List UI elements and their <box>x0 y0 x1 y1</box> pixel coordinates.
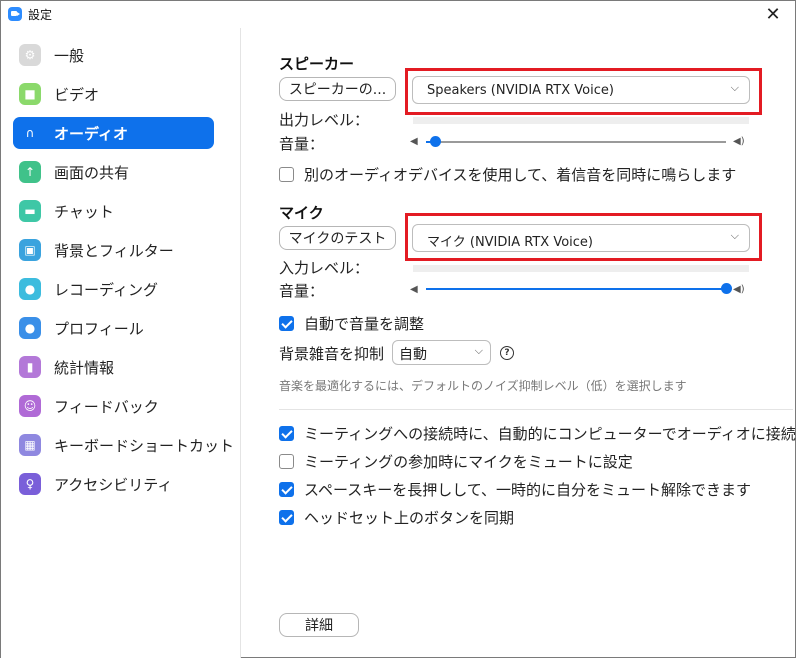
noise-suppression-label: 背景雑音を抑制 <box>279 345 385 363</box>
sidebar-item-profile[interactable]: ● プロフィール <box>13 312 214 344</box>
sidebar-item-chat[interactable]: ▬ チャット <box>13 195 214 227</box>
sidebar-item-feedback[interactable]: ☺ フィードバック <box>13 390 214 422</box>
sidebar-item-label: 一般 <box>54 47 85 65</box>
share-screen-icon: ↑ <box>19 161 41 183</box>
statistics-icon: ▮ <box>19 356 41 378</box>
speaker-low-icon: ◀ <box>410 136 418 147</box>
sidebar-item-share-screen[interactable]: ↑ 画面の共有 <box>13 156 214 188</box>
sidebar-item-label: フィードバック <box>54 398 159 416</box>
chevron-down-icon: ⌵ <box>730 81 739 94</box>
sidebar-item-label: レコーディング <box>54 281 158 299</box>
test-mic-button[interactable]: マイクのテスト <box>279 226 396 250</box>
separate-ringtone-label: 別のオーディオデバイスを使用して、着信音を同時に鳴らします <box>304 166 737 184</box>
zoom-app-icon <box>8 7 22 21</box>
speaker-volume-track[interactable] <box>435 141 726 143</box>
sidebar-item-label: キーボードショートカット <box>54 437 235 455</box>
settings-window: 設定 ✕ ⚙ 一般 ■ ビデオ ∩ オーディオ ↑ 画面の共有 ▬ チャット ▣ 背景とフィルター ● レ… <box>0 0 796 658</box>
option-checkbox[interactable] <box>279 454 294 469</box>
sidebar: ⚙ 一般 ■ ビデオ ∩ オーディオ ↑ 画面の共有 ▬ チャット ▣ 背景とフィルター ● レコーディン… <box>1 28 241 658</box>
option-checkbox[interactable] <box>279 482 294 497</box>
option-label: ミーティングの参加時にマイクをミュートに設定 <box>304 453 633 471</box>
sidebar-item-label: チャット <box>54 203 114 221</box>
sidebar-item-label: 統計情報 <box>54 359 115 377</box>
speaker-volume-label: 音量： <box>279 135 325 153</box>
speaker-volume-slider-handle[interactable] <box>430 136 441 147</box>
sidebar-item-label: プロフィール <box>54 320 144 338</box>
option-checkbox[interactable] <box>279 426 294 441</box>
profile-icon: ● <box>19 317 41 339</box>
noise-suppression-hint: 音楽を最適化するには、デフォルトのノイズ抑制レベル（低）を選択します <box>279 379 687 393</box>
sidebar-item-gear[interactable]: ⚙ 一般 <box>13 39 214 71</box>
sidebar-item-label: 背景とフィルター <box>54 242 174 260</box>
mic-volume-high-icon: ◀) <box>733 284 745 295</box>
sidebar-item-video[interactable]: ■ ビデオ <box>13 78 214 110</box>
sidebar-item-recording[interactable]: ● レコーディング <box>13 273 214 305</box>
speaker-device-select[interactable]: Speakers (NVIDIA RTX Voice) ⌵ <box>412 76 750 104</box>
noise-suppression-value: 自動 <box>399 347 427 363</box>
option-label: ヘッドセット上のボタンを同期 <box>304 509 515 527</box>
sidebar-item-label: オーディオ <box>54 125 128 143</box>
accessibility-icon: ♀ <box>19 473 41 495</box>
option-label: ミーティングへの接続時に、自動的にコンピューターでオーディオに接続 <box>304 425 796 443</box>
section-divider <box>279 409 793 410</box>
option-checkbox[interactable] <box>279 510 294 525</box>
advanced-button[interactable]: 詳細 <box>279 613 359 637</box>
gear-icon: ⚙ <box>19 44 41 66</box>
chevron-down-icon: ⌵ <box>474 344 483 357</box>
sidebar-item-statistics[interactable]: ▮ 統計情報 <box>13 351 214 383</box>
auto-adjust-volume-label: 自動で音量を調整 <box>304 315 425 333</box>
sidebar-item-accessibility[interactable]: ♀ アクセシビリティ <box>13 468 214 500</box>
title-bar: 設定 ✕ <box>1 1 795 28</box>
feedback-icon: ☺ <box>19 395 41 417</box>
auto-adjust-volume-checkbox[interactable] <box>279 316 294 331</box>
speaker-section-title: スピーカー <box>279 55 355 73</box>
mic-device-select[interactable]: マイク (NVIDIA RTX Voice) ⌵ <box>412 224 750 252</box>
mic-volume-low-icon: ◀ <box>410 284 418 295</box>
sidebar-item-label: アクセシビリティ <box>54 476 173 494</box>
help-icon[interactable]: ? <box>500 346 514 360</box>
recording-icon: ● <box>19 278 41 300</box>
mic-volume-fill <box>426 288 726 290</box>
mic-volume-slider-handle[interactable] <box>721 283 732 294</box>
video-icon: ■ <box>19 83 41 105</box>
speaker-device-value: Speakers (NVIDIA RTX Voice) <box>427 83 614 98</box>
sidebar-item-label: 画面の共有 <box>54 164 130 182</box>
headphones-icon: ∩ <box>25 126 35 140</box>
noise-suppression-select[interactable]: 自動 ⌵ <box>392 340 491 365</box>
mic-section-title: マイク <box>279 204 324 222</box>
separate-ringtone-checkbox[interactable] <box>279 167 294 182</box>
sidebar-item-label: ビデオ <box>54 86 100 104</box>
sidebar-item-headphones[interactable]: ∩ オーディオ <box>13 117 214 149</box>
option-label: スペースキーを長押しして、一時的に自分をミュート解除できます <box>304 481 752 499</box>
sidebar-item-background[interactable]: ▣ 背景とフィルター <box>13 234 214 266</box>
mic-device-value: マイク (NVIDIA RTX Voice) <box>427 235 593 250</box>
speaker-high-icon: ◀) <box>733 136 745 147</box>
chat-icon: ▬ <box>19 200 41 222</box>
window-title: 設定 <box>28 8 53 22</box>
sidebar-item-keyboard[interactable]: ▦ キーボードショートカット <box>13 429 234 461</box>
keyboard-icon: ▦ <box>19 434 41 456</box>
input-level-label: 入力レベル： <box>279 259 370 277</box>
background-icon: ▣ <box>19 239 41 261</box>
input-level-meter <box>413 265 749 272</box>
close-button[interactable]: ✕ <box>751 1 795 28</box>
output-level-meter <box>413 117 749 124</box>
output-level-label: 出力レベル： <box>279 111 370 129</box>
audio-settings-panel: スピーカー スピーカーの... Speakers (NVIDIA RTX Voi… <box>242 28 796 658</box>
chevron-down-icon: ⌵ <box>730 229 739 242</box>
mic-volume-label: 音量： <box>279 282 325 300</box>
test-speaker-button[interactable]: スピーカーの... <box>279 77 396 101</box>
